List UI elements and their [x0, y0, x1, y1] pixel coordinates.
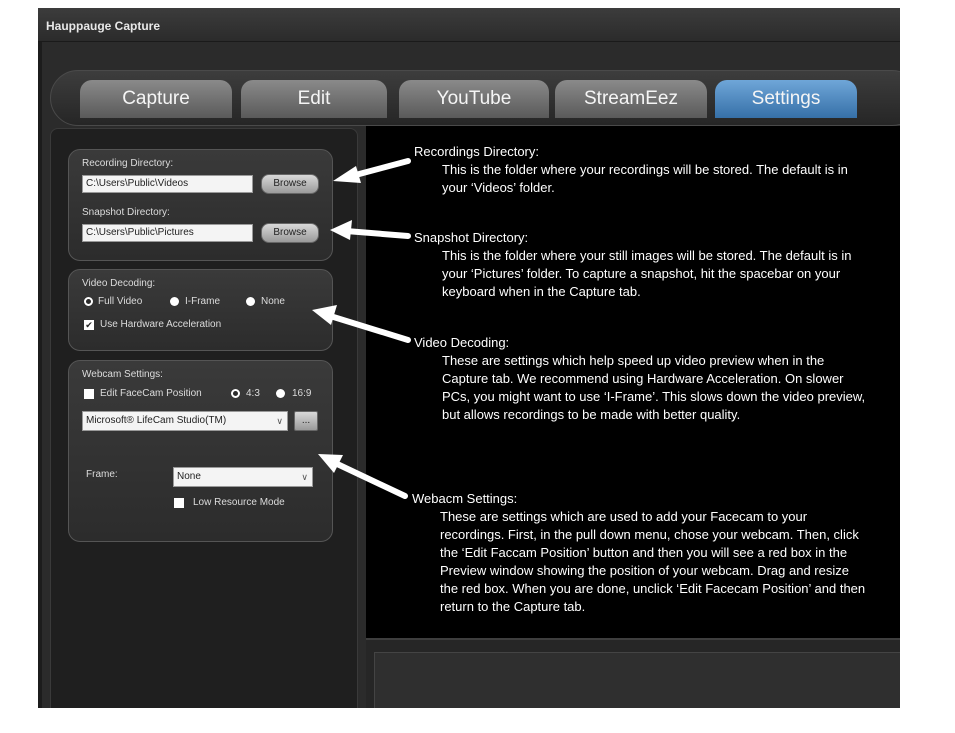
- hardware-acceleration-checkbox[interactable]: ✔: [84, 320, 94, 330]
- recordings-annotation-text: This is the folder where your recordings…: [442, 162, 848, 195]
- tab-settings[interactable]: Settings: [715, 80, 857, 118]
- snapshot-annotation-text: This is the folder where your still imag…: [442, 248, 852, 299]
- lower-panel: [366, 638, 900, 708]
- webcam-device-value: Microsoft® LifeCam Studio(TM): [86, 415, 227, 426]
- chevron-down-icon: ∨: [276, 416, 283, 426]
- tab-edit[interactable]: Edit: [241, 80, 387, 118]
- video-decoding-label: Video Decoding:: [82, 278, 156, 289]
- webcam-settings-group: Webcam Settings: Edit FaceCam Position 4…: [68, 360, 333, 542]
- aspect-16-9-radio[interactable]: [276, 389, 285, 398]
- recording-directory-label: Recording Directory:: [82, 158, 174, 169]
- low-resource-label: Low Resource Mode: [193, 497, 285, 508]
- webcam-device-select[interactable]: Microsoft® LifeCam Studio(TM) ∨: [82, 411, 288, 431]
- aspect-16-9-label: 16:9: [292, 388, 312, 399]
- title-bar: Hauppauge Capture: [38, 8, 900, 42]
- snapshot-browse-button[interactable]: Browse: [261, 223, 319, 243]
- frame-label: Frame:: [86, 469, 118, 480]
- webcam-annotation-text: These are settings which are used to add…: [440, 509, 866, 614]
- frame-value: None: [177, 471, 201, 482]
- snapshot-directory-field[interactable]: C:\Users\Public\Pictures: [82, 224, 253, 242]
- webcam-settings-label: Webcam Settings:: [82, 369, 163, 380]
- video-decoding-group: Video Decoding: Full Video I-Frame None …: [68, 269, 333, 351]
- webcam-more-button[interactable]: ...: [294, 411, 318, 431]
- tab-youtube[interactable]: YouTube: [399, 80, 549, 118]
- snapshot-annotation-title: Snapshot Directory:: [414, 230, 529, 245]
- hardware-acceleration-label: Use Hardware Acceleration: [100, 319, 222, 330]
- recordings-annotation-title: Recordings Directory:: [414, 144, 539, 159]
- none-label: None: [261, 296, 285, 307]
- aspect-4-3-radio[interactable]: [231, 389, 240, 398]
- frame-select[interactable]: None ∨: [173, 467, 313, 487]
- tab-streameez[interactable]: StreamEez: [555, 80, 707, 118]
- webcam-annotation-title: Webacm Settings:: [412, 491, 518, 506]
- aspect-4-3-label: 4:3: [246, 388, 260, 399]
- full-video-radio[interactable]: [84, 297, 93, 306]
- recording-browse-button[interactable]: Browse: [261, 174, 319, 194]
- recording-directory-field[interactable]: C:\Users\Public\Videos: [82, 175, 253, 193]
- snapshot-directory-label: Snapshot Directory:: [82, 207, 170, 218]
- low-resource-checkbox[interactable]: [174, 498, 184, 508]
- full-video-label: Full Video: [98, 296, 143, 307]
- none-radio[interactable]: [246, 297, 255, 306]
- directory-settings-group: Recording Directory: C:\Users\Public\Vid…: [68, 149, 333, 261]
- decoding-annotation-text: These are settings which help speed up v…: [442, 353, 866, 422]
- edit-facecam-label: Edit FaceCam Position: [100, 388, 202, 399]
- lower-panel-inner: [374, 652, 900, 708]
- decoding-annotation-title: Video Decoding:: [414, 335, 510, 350]
- tab-capture[interactable]: Capture: [80, 80, 232, 118]
- chevron-down-icon: ∨: [301, 472, 308, 482]
- window-title: Hauppauge Capture: [46, 19, 161, 33]
- i-frame-radio[interactable]: [170, 297, 179, 306]
- edit-facecam-checkbox[interactable]: [84, 389, 94, 399]
- i-frame-label: I-Frame: [185, 296, 220, 307]
